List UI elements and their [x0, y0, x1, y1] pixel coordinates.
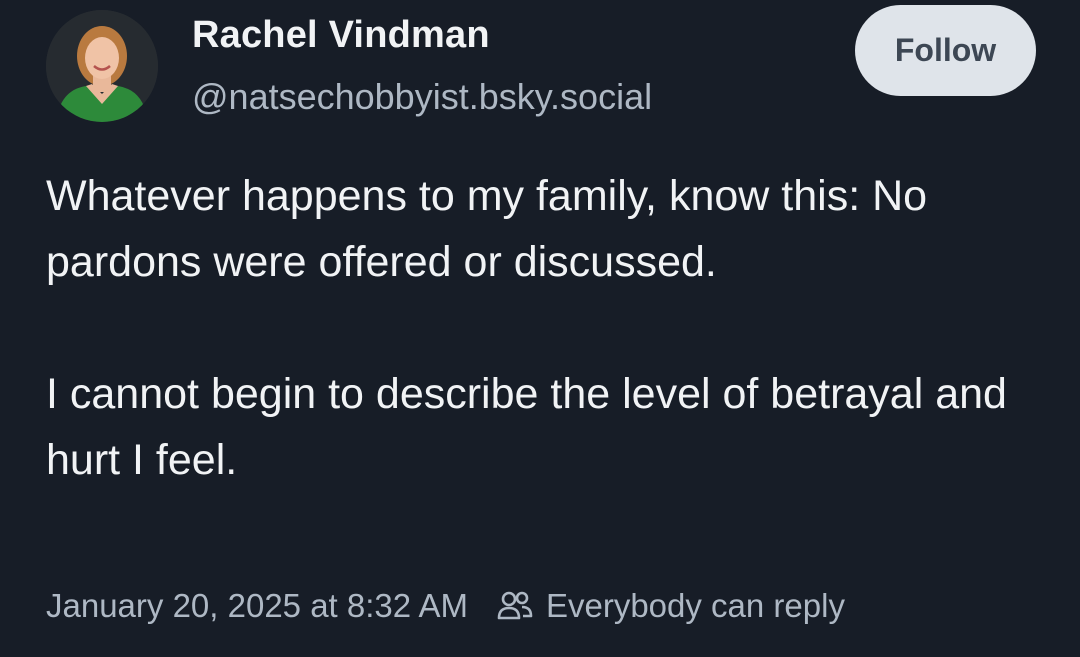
post-paragraph: Whatever happens to my family, know this…: [46, 172, 928, 286]
avatar[interactable]: [46, 10, 158, 122]
post-timestamp[interactable]: January 20, 2025 at 8:32 AM: [46, 587, 468, 625]
post-card: Rachel Vindman @natsechobbyist.bsky.soci…: [0, 0, 1080, 657]
follow-button[interactable]: Follow: [855, 5, 1036, 96]
post-meta: January 20, 2025 at 8:32 AM Everybody ca…: [46, 582, 845, 630]
post-text: Whatever happens to my family, know this…: [46, 163, 1046, 493]
people-icon: [496, 587, 534, 625]
reply-setting-label: Everybody can reply: [545, 587, 845, 624]
author-display-name[interactable]: Rachel Vindman: [192, 14, 490, 57]
avatar-photo: [46, 10, 158, 122]
post-paragraph: I cannot begin to describe the level of …: [46, 370, 1007, 484]
author-handle[interactable]: @natsechobbyist.bsky.social: [192, 76, 652, 118]
reply-setting[interactable]: Everybody can reply: [496, 587, 845, 625]
